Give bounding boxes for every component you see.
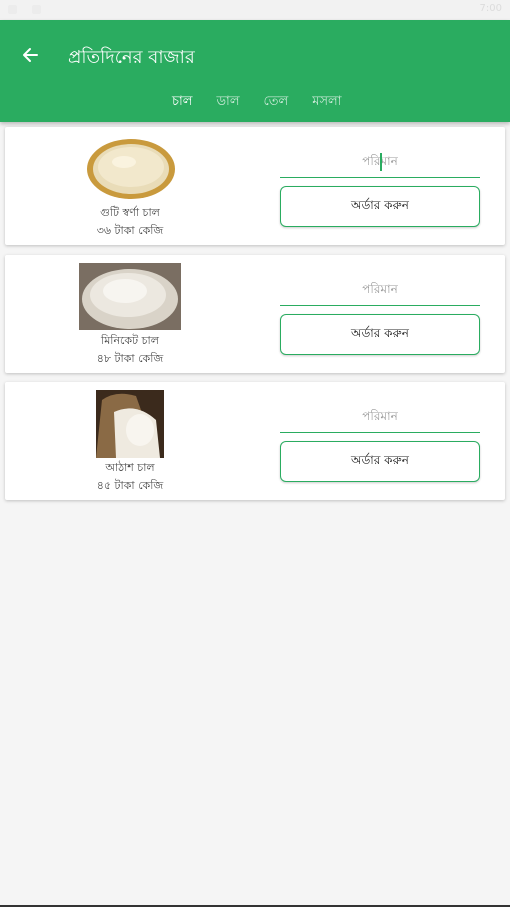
product-name: গুটি স্বর্ণা চাল xyxy=(100,206,160,219)
order-button[interactable]: অর্ডার করুন xyxy=(280,186,480,227)
status-bar: 7:00 xyxy=(0,0,510,20)
notification-icon xyxy=(32,5,41,14)
tab-rice[interactable]: চাল xyxy=(160,92,204,116)
product-price: ৪৮ টাকা কেজি xyxy=(96,352,164,365)
app-bar: প্রতিদিনের বাজার চাল ডাল তেল মসলা xyxy=(0,20,510,122)
tab-oil[interactable]: তেল xyxy=(252,92,301,116)
quantity-placeholder: পরিমান xyxy=(362,282,398,296)
text-cursor xyxy=(380,153,382,171)
order-button[interactable]: অর্ডার করুন xyxy=(280,314,480,355)
product-price: ৪৫ টাকা কেজি xyxy=(96,479,164,492)
rice-heap-image xyxy=(79,263,181,330)
category-tabs: চাল ডাল তেল মসলা xyxy=(160,92,354,116)
product-price: ৩৬ টাকা কেজি xyxy=(96,224,164,237)
signal-icon xyxy=(8,5,17,14)
order-button[interactable]: অর্ডার করুন xyxy=(280,441,480,482)
product-card: আঠাশ চাল ৪৫ টাকা কেজি পরিমান অর্ডার করুন xyxy=(5,382,505,500)
arrow-left-icon xyxy=(23,48,38,62)
quantity-input[interactable]: পরিমান xyxy=(280,273,480,306)
product-name: আঠাশ চাল xyxy=(105,461,155,474)
quantity-input[interactable]: পরিমান xyxy=(280,400,480,433)
rice-bowl-image xyxy=(86,138,176,200)
tab-lentil[interactable]: ডাল xyxy=(204,92,251,116)
tab-spice[interactable]: মসলা xyxy=(300,92,353,116)
product-card: গুটি স্বর্ণা চাল ৩৬ টাকা কেজি পরিমান অর্… xyxy=(5,127,505,245)
product-name: মিনিকেট চাল xyxy=(101,334,159,347)
quantity-input[interactable]: পরিমান xyxy=(280,145,480,178)
product-card: মিনিকেট চাল ৪৮ টাকা কেজি পরিমান অর্ডার ক… xyxy=(5,255,505,373)
rice-sack-image xyxy=(96,390,164,458)
page-title: প্রতিদিনের বাজার xyxy=(68,47,195,68)
quantity-placeholder: পরিমান xyxy=(362,409,398,423)
back-button[interactable] xyxy=(18,42,44,68)
status-time: 7:00 xyxy=(479,3,502,14)
